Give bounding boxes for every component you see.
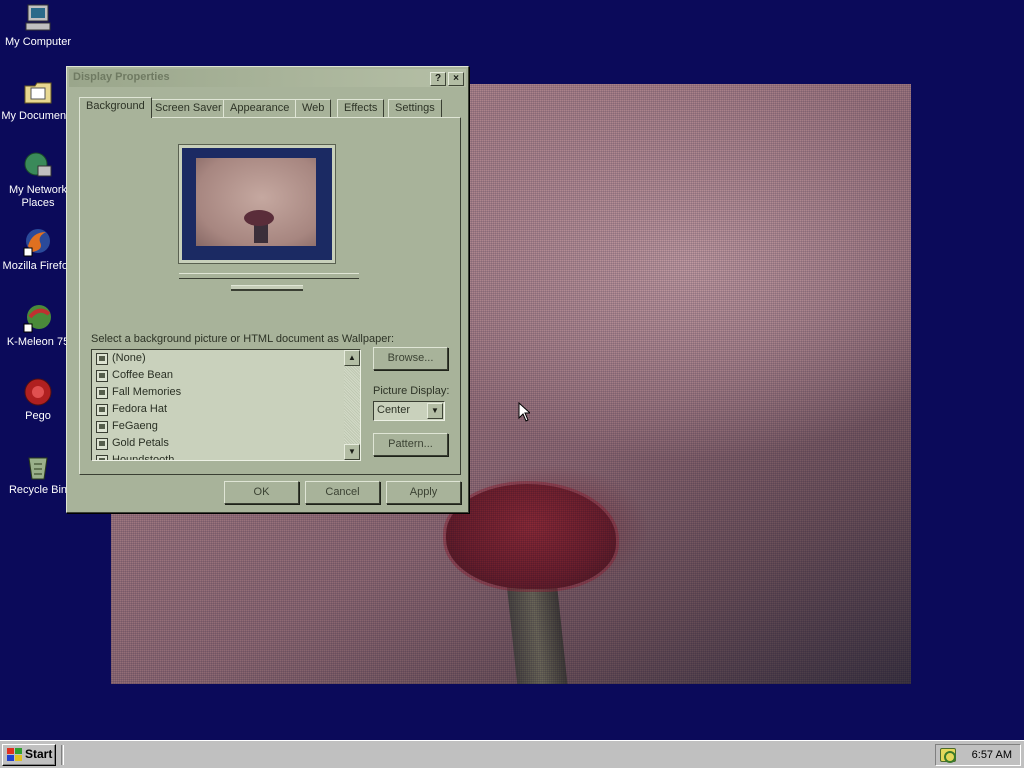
listbox-scrollbar[interactable]: ▲ ▼ — [344, 350, 360, 460]
browse-button[interactable]: Browse... — [373, 347, 448, 370]
pego-icon — [22, 376, 54, 408]
list-item[interactable]: Gold Petals — [92, 435, 360, 452]
tab-web[interactable]: Web — [295, 99, 332, 117]
tab-appearance[interactable]: Appearance — [223, 99, 297, 117]
k-meleon-icon — [22, 302, 54, 334]
close-icon: × — [453, 73, 459, 84]
wallpaper-preview-monitor — [178, 144, 336, 264]
close-button[interactable]: × — [448, 72, 464, 86]
picture-display-value: Center — [377, 404, 411, 416]
cancel-button[interactable]: Cancel — [305, 481, 380, 504]
firefox-icon — [22, 226, 54, 258]
picture-display-label: Picture Display: — [373, 385, 450, 397]
tab-background[interactable]: Background — [79, 97, 152, 118]
wallpaper-preview-screen — [196, 158, 316, 246]
monitor-base — [179, 273, 359, 279]
wallpaper-flower-bloom — [446, 484, 616, 589]
list-item[interactable]: (None) — [92, 350, 360, 367]
list-item[interactable]: Houndstooth — [92, 452, 360, 460]
tab-settings[interactable]: Settings — [388, 99, 442, 117]
wallpaper-file-icon — [96, 352, 108, 365]
computer-icon — [22, 2, 54, 34]
arrow-up-icon: ▲ — [348, 353, 356, 362]
wallpaper-listbox[interactable]: (None) Coffee Bean Fall Memories Fedora … — [91, 349, 361, 461]
desktop-icon-pego[interactable]: Pego — [0, 376, 76, 423]
chevron-down-icon[interactable]: ▼ — [427, 403, 443, 419]
start-button[interactable]: Start — [2, 744, 56, 766]
arrow-down-icon: ▼ — [348, 447, 356, 456]
scroll-down-button[interactable]: ▼ — [344, 444, 360, 460]
desktop-icon-recycle-bin[interactable]: Recycle Bin — [0, 450, 76, 497]
list-item[interactable]: FeGaeng — [92, 418, 360, 435]
desktop-icon-k-meleon[interactable]: K-Meleon 75 — [0, 302, 76, 349]
wallpaper-file-icon — [96, 420, 108, 433]
list-item[interactable]: Coffee Bean — [92, 367, 360, 384]
network-places-icon — [22, 150, 54, 182]
picture-display-dropdown[interactable]: Center ▼ — [373, 401, 445, 421]
display-properties-dialog: Display Properties ? × Background Screen… — [66, 66, 469, 513]
desktop-icon-my-network-places[interactable]: My Network Places — [0, 150, 76, 210]
mouse-pointer-icon — [518, 402, 530, 422]
help-button[interactable]: ? — [430, 72, 446, 86]
scroll-up-button[interactable]: ▲ — [344, 350, 360, 366]
system-tray: 6:57 AM — [935, 744, 1021, 766]
wallpaper-file-icon — [96, 403, 108, 416]
start-label: Start — [25, 747, 53, 761]
wallpaper-flower-stem — [503, 551, 569, 684]
tab-screen-saver[interactable]: Screen Saver — [148, 99, 229, 117]
clock[interactable]: 6:57 AM — [972, 748, 1012, 762]
pattern-button[interactable]: Pattern... — [373, 433, 448, 456]
desktop-icon-my-computer[interactable]: My Computer — [0, 2, 76, 49]
list-item[interactable]: Fall Memories — [92, 384, 360, 401]
wallpaper-file-icon — [96, 437, 108, 450]
monitor-stand — [231, 285, 303, 291]
apply-button[interactable]: Apply — [386, 481, 461, 504]
wallpaper-select-label: Select a background picture or HTML docu… — [91, 333, 395, 345]
taskbar: Start 6:57 AM — [0, 740, 1024, 768]
recycle-bin-icon — [22, 450, 54, 482]
desktop-icon-mozilla-firefox[interactable]: Mozilla Firefox — [0, 226, 76, 273]
taskbar-separator — [61, 745, 64, 765]
documents-folder-icon — [22, 76, 54, 108]
tab-effects[interactable]: Effects — [337, 99, 385, 117]
wallpaper-file-icon — [96, 454, 108, 460]
dialog-title: Display Properties — [73, 71, 170, 83]
windows-logo-icon — [7, 748, 22, 761]
ok-button[interactable]: OK — [224, 481, 299, 504]
desktop-icon-my-documents[interactable]: My Documents — [0, 76, 76, 123]
wallpaper-file-icon — [96, 369, 108, 382]
tray-app-icon[interactable] — [940, 748, 956, 763]
list-item[interactable]: Fedora Hat — [92, 401, 360, 418]
wallpaper-file-icon — [96, 386, 108, 399]
dialog-titlebar[interactable]: Display Properties ? × — [69, 69, 466, 87]
